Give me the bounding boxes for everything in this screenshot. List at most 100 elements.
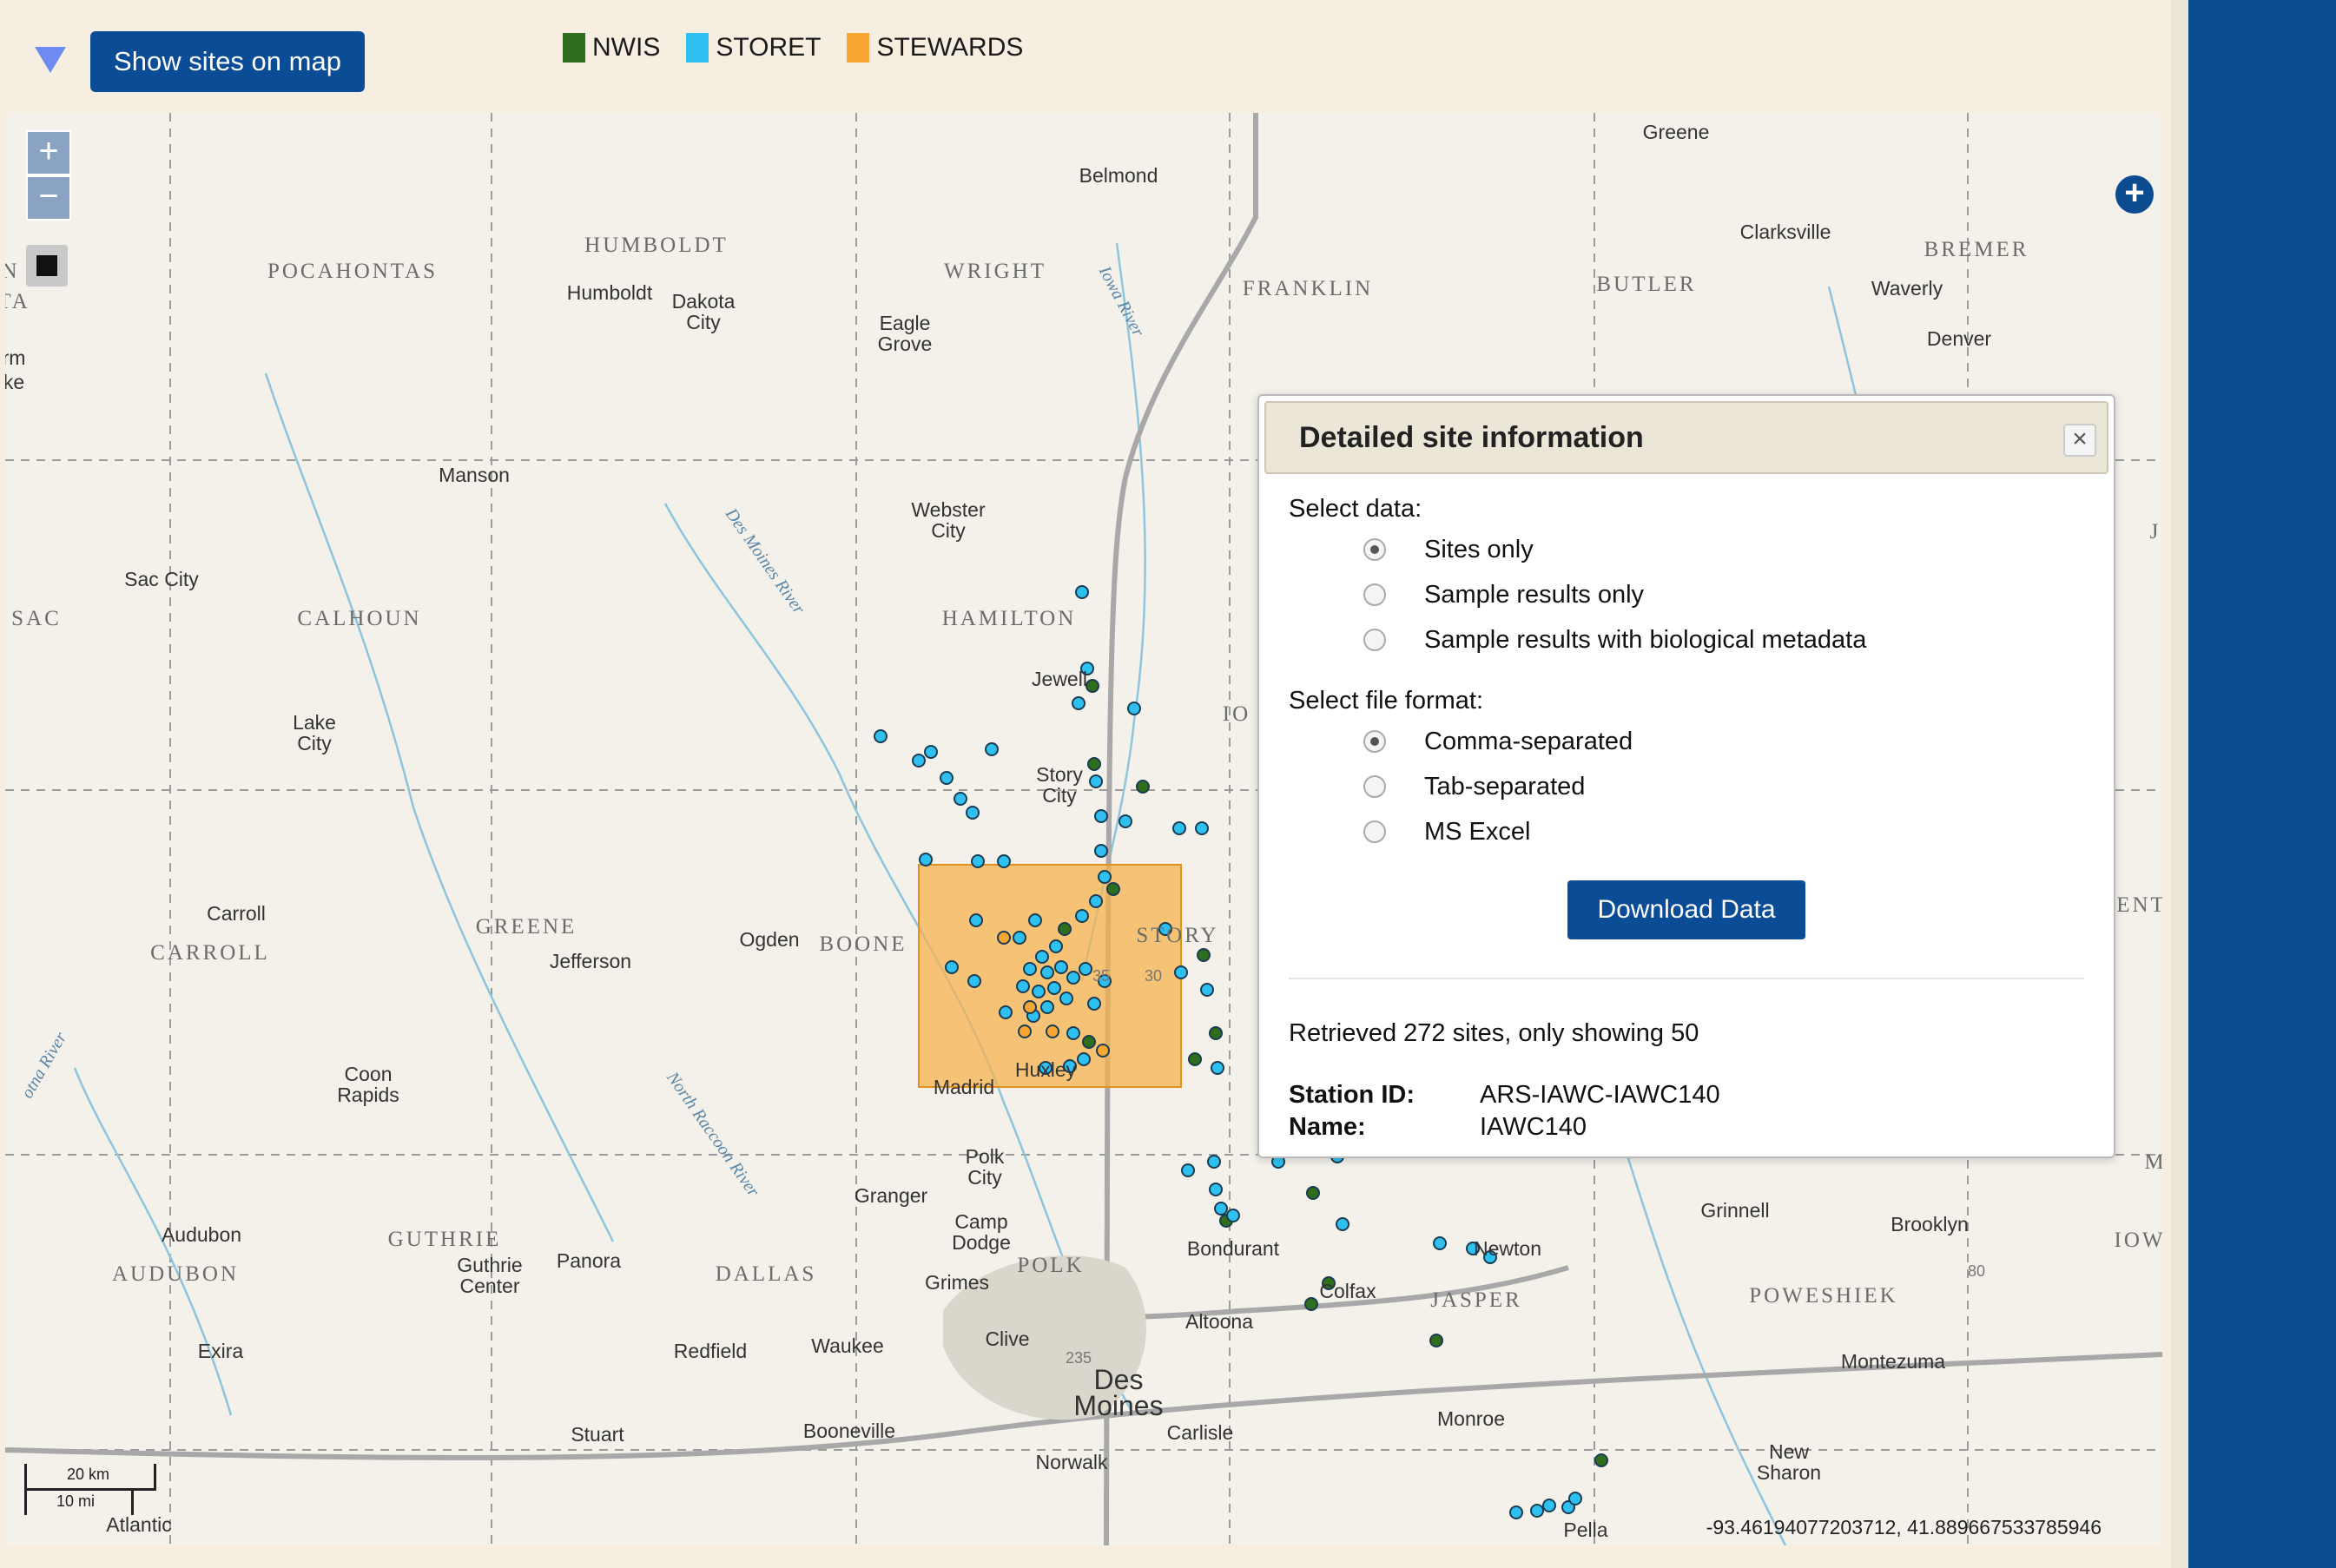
place-label: Webster (911, 498, 986, 521)
county-label: POCAHONTAS (267, 260, 438, 283)
map-toolbar: Show sites on map NWIS STORET STEWARDS (0, 0, 2171, 111)
legend-label: STEWARDS (876, 33, 1024, 62)
highway-label: 80 (1968, 1262, 1985, 1280)
river-label: otna River (17, 1029, 70, 1102)
place-label: Belmond (1079, 164, 1158, 187)
scale-mi: 10 mi (24, 1488, 134, 1515)
format-option-excel[interactable]: MS Excel (1363, 809, 2084, 854)
county-label: AUDUBON (112, 1262, 239, 1286)
radio-icon[interactable] (1363, 730, 1386, 753)
show-sites-button[interactable]: Show sites on map (90, 31, 365, 92)
close-icon[interactable]: × (2063, 424, 2096, 457)
place-label: New (1769, 1440, 1809, 1463)
station-id-value: ARS-IAWC-IAWC140 (1480, 1081, 1720, 1109)
legend-label: NWIS (592, 33, 661, 62)
format-option-csv[interactable]: Comma-separated (1363, 719, 2084, 764)
page-gutter (2171, 0, 2188, 1568)
storet-swatch (686, 33, 709, 63)
station-id-label: Station ID: (1289, 1081, 1415, 1109)
place-label: Bondurant (1187, 1237, 1280, 1260)
radio-icon[interactable] (1363, 775, 1386, 798)
place-label: Waverly (1871, 277, 1943, 300)
place-label: Grinnell (1700, 1199, 1769, 1222)
zoom-in-button[interactable]: + (26, 130, 71, 175)
place-label: Manson (439, 464, 510, 486)
place-label: Ogden (739, 928, 799, 951)
place-label: Monroe (1437, 1407, 1505, 1430)
select-format-label: Select file format: (1289, 687, 1484, 715)
format-option-tsv[interactable]: Tab-separated (1363, 764, 2084, 809)
legend-item-storet: STORET (686, 33, 821, 63)
option-label: Sites only (1424, 535, 1534, 563)
place-label: Story (1036, 763, 1083, 786)
station-name-value: IAWC140 (1480, 1113, 1587, 1141)
radio-icon[interactable] (1363, 820, 1386, 843)
place-label: Dodge (952, 1231, 1011, 1254)
dialog-header: Detailed site information × (1264, 401, 2108, 474)
place-label: Panora (557, 1249, 621, 1272)
zoom-out-button[interactable]: − (26, 175, 71, 221)
county-label: IOW (2115, 1229, 2162, 1252)
radio-icon[interactable] (1363, 538, 1386, 561)
place-label: Camp (954, 1210, 1007, 1233)
place-label: Booneville (803, 1420, 895, 1442)
place-label: Grimes (925, 1271, 989, 1294)
nwis-swatch (563, 33, 585, 63)
place-label: Coon (345, 1063, 393, 1085)
square-icon (36, 255, 57, 276)
box-select-tool[interactable] (26, 245, 68, 287)
county-label: POWESHIEK (1749, 1284, 1897, 1308)
county-label: IO (1223, 702, 1250, 726)
add-layer-button[interactable]: + (2115, 175, 2154, 214)
place-label: Colfax (1319, 1280, 1376, 1302)
place-label: Jewell (1032, 668, 1087, 690)
place-label: Montezuma (1841, 1350, 1945, 1373)
select-data-label: Select data: (1289, 495, 1422, 523)
place-label: Rapids (337, 1084, 399, 1106)
legend-label: STORET (716, 33, 822, 62)
county-label: BOONE (819, 932, 907, 956)
place-label: Exira (198, 1340, 244, 1362)
river-label: North Raccoon River (663, 1068, 763, 1201)
radio-icon[interactable] (1363, 629, 1386, 651)
download-data-button[interactable]: Download Data (1567, 880, 1805, 939)
place-label: Dakota (672, 290, 736, 313)
station-details: Station ID: ARS-IAWC-IAWC140 Name: IAWC1… (1289, 1081, 2084, 1142)
place-label: Jefferson (550, 950, 631, 972)
station-name-label: Name: (1289, 1113, 1366, 1141)
county-label: JASPER (1430, 1288, 1522, 1312)
option-label: Tab-separated (1424, 772, 1586, 800)
place-label: ke (5, 371, 24, 393)
county-label: STORY (1136, 924, 1218, 947)
place-label: Eagle (880, 312, 931, 334)
place-label: Denver (1927, 327, 1991, 350)
place-label: Norwalk (1035, 1451, 1108, 1473)
place-label: Altoona (1185, 1310, 1253, 1333)
place-label: City (297, 732, 332, 754)
legend: NWIS STORET STEWARDS (563, 33, 1023, 63)
place-label: Greene (1643, 121, 1710, 143)
place-label: Madrid (934, 1076, 994, 1098)
river-label: Des Moines River (721, 504, 808, 618)
collapse-triangle-icon[interactable] (35, 47, 66, 73)
data-option-biological[interactable]: Sample results with biological metadata (1363, 617, 2084, 662)
option-label: Sample results only (1424, 580, 1645, 609)
place-label: City (1042, 784, 1077, 807)
data-option-sites-only[interactable]: Sites only (1363, 527, 2084, 572)
scale-km: 20 km (24, 1464, 156, 1491)
county-label: BREMER (1924, 238, 2029, 261)
place-label: Center (459, 1275, 519, 1297)
county-label: J (2150, 520, 2161, 544)
option-label: Sample results with biological metadata (1424, 625, 1867, 654)
highway-label: 30 (1145, 967, 1162, 985)
place-label: Sharon (1757, 1461, 1821, 1484)
radio-icon[interactable] (1363, 583, 1386, 606)
county-label: GUTHRIE (388, 1228, 502, 1251)
highway-label: 235 (1066, 1349, 1092, 1367)
place-label: rm (5, 346, 25, 369)
place-label: Stuart (571, 1423, 624, 1446)
data-option-sample-results[interactable]: Sample results only (1363, 572, 2084, 617)
county-label: WRIGHT (944, 260, 1046, 283)
place-label: City (686, 311, 721, 333)
county-label: SAC (11, 607, 62, 630)
